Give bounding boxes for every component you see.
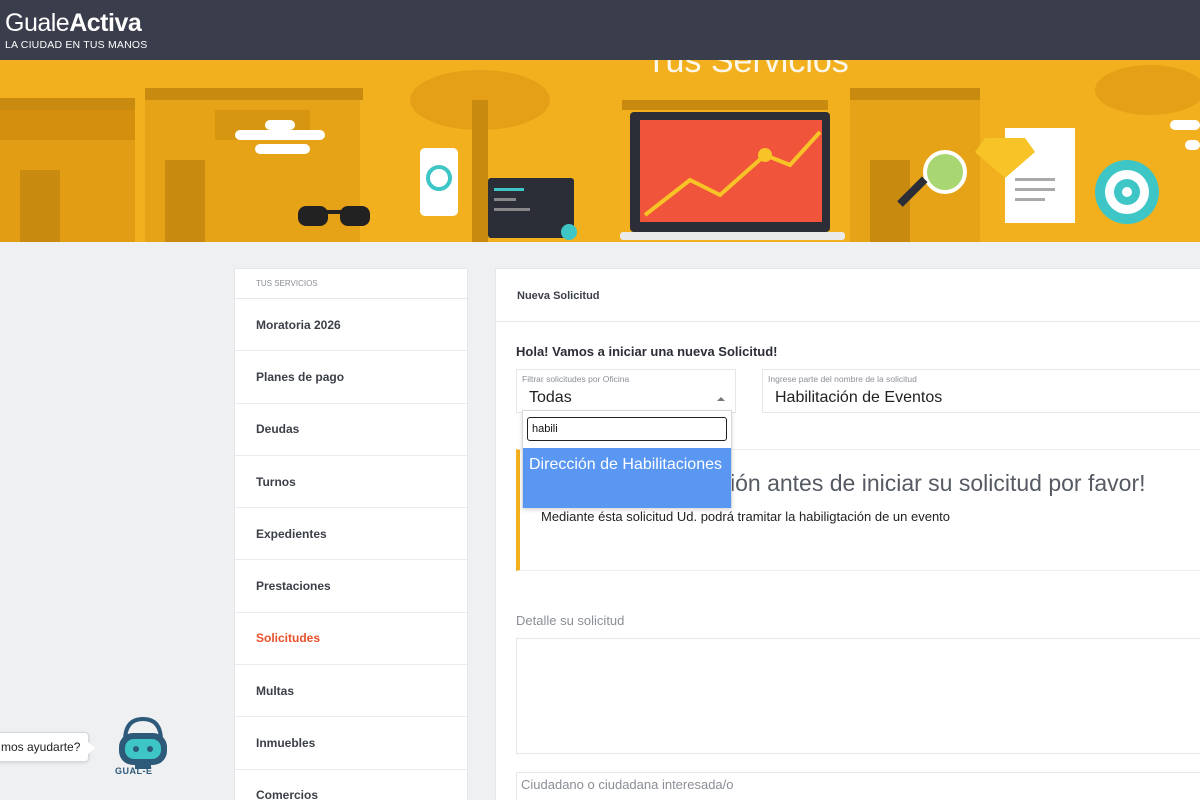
banner-title: Tus Servicios (646, 60, 849, 80)
sidebar-item-inmuebles[interactable]: Inmuebles (235, 717, 467, 770)
sidebar-item-comercios[interactable]: Comercios (235, 770, 467, 800)
chatbot-icon[interactable] (113, 713, 173, 793)
info-body: Mediante ésta solicitud Ud. podrá tramit… (541, 509, 951, 524)
office-option-highlighted[interactable]: Dirección de Habilitaciones (523, 448, 731, 508)
help-bubble[interactable]: mos ayudarte? (0, 732, 96, 762)
banner-illustration (0, 65, 1200, 242)
detail-label: Detalle su solicitud (516, 613, 625, 628)
office-filter-value: Todas (529, 389, 572, 406)
brand-name: GualeActiva (5, 9, 142, 37)
request-name-label: Ingrese parte del nombre de la solicitud (768, 374, 917, 384)
citizen-field[interactable]: Ciudadano o ciudadana interesada/o (516, 772, 1200, 800)
sidebar-item-solicitudes[interactable]: Solicitudes (235, 613, 467, 666)
bot-name: GUAL-E (115, 766, 153, 776)
office-filter-label: Filtrar solicitudes por Oficina (522, 374, 630, 384)
sidebar-item-moratoria[interactable]: Moratoria 2026 (235, 299, 467, 352)
sidebar-item-planes-de-pago[interactable]: Planes de pago (235, 351, 467, 404)
top-bar: GualeActiva LA CIUDAD EN TUS MANOS (0, 0, 1200, 60)
sidebar-item-multas[interactable]: Multas (235, 665, 467, 718)
detail-textarea[interactable] (516, 638, 1200, 754)
info-title: ión antes de iniciar su solicitud por fa… (730, 470, 1146, 496)
services-sidebar: TUS SERVICIOS Moratoria 2026 Planes de p… (234, 268, 468, 800)
sidebar-item-deudas[interactable]: Deudas (235, 404, 467, 456)
caret-up-icon (717, 397, 725, 401)
hero-banner: Tus Servicios (0, 60, 1200, 242)
office-search-input[interactable] (527, 417, 727, 441)
sidebar-item-prestaciones[interactable]: Prestaciones (235, 560, 467, 613)
request-name-field[interactable]: Ingrese parte del nombre de la solicitud… (762, 369, 1200, 413)
request-name-value: Habilitación de Eventos (775, 389, 943, 406)
sidebar-header: TUS SERVICIOS (235, 269, 467, 299)
brand-logo[interactable]: GualeActiva LA CIUDAD EN TUS MANOS (5, 9, 147, 51)
brand-tagline: LA CIUDAD EN TUS MANOS (5, 39, 148, 51)
sidebar-item-expedientes[interactable]: Expedientes (235, 508, 467, 561)
greeting-text: Hola! Vamos a iniciar una nueva Solicitu… (516, 344, 778, 359)
sidebar-item-turnos[interactable]: Turnos (235, 456, 467, 509)
panel-title: Nueva Solicitud (496, 269, 1200, 322)
new-request-panel: Nueva Solicitud Hola! Vamos a iniciar un… (495, 268, 1200, 800)
office-dropdown: Dirección de Habilitaciones (522, 410, 732, 508)
office-filter-select[interactable]: Filtrar solicitudes por Oficina Todas (516, 369, 736, 413)
